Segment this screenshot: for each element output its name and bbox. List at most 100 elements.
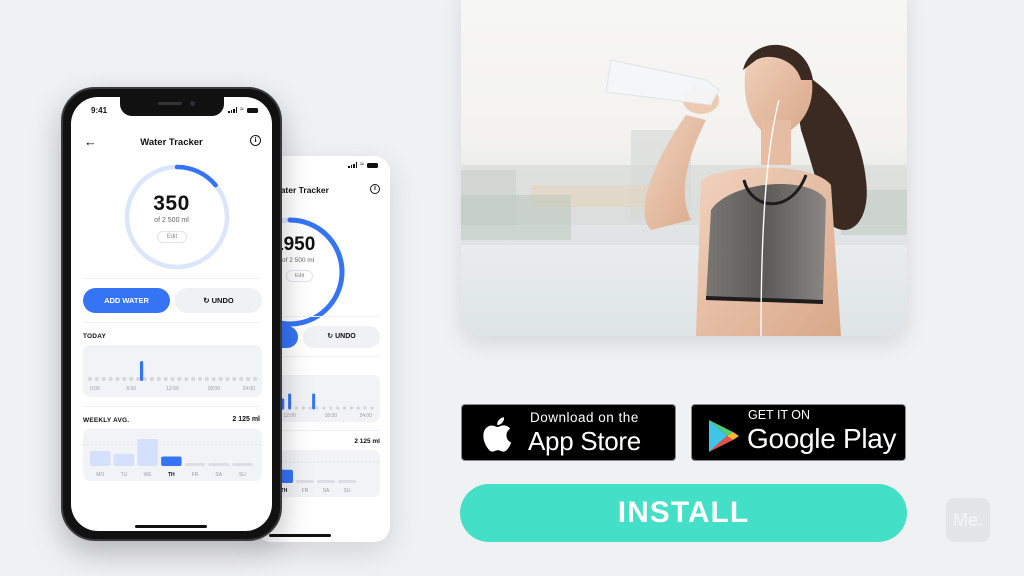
hour-dot bbox=[191, 377, 196, 381]
day-label: SA bbox=[323, 488, 330, 494]
edit-button[interactable]: Edit bbox=[286, 270, 313, 282]
hour-dot bbox=[218, 377, 223, 381]
water-bottle bbox=[605, 59, 720, 106]
woman-drinking-water-illustration bbox=[461, 44, 907, 336]
hour-dot bbox=[163, 377, 168, 381]
google-play-badge[interactable]: GET IT ON Google Play bbox=[691, 404, 906, 461]
hour-dot bbox=[308, 406, 312, 410]
front-phone: 9:41 ≈ ← Water Tracker i 350 of 2 500 ml… bbox=[61, 87, 282, 541]
weekly-avg-value: 2 125 ml bbox=[354, 438, 380, 445]
edit-button[interactable]: Edit bbox=[157, 231, 187, 243]
camera bbox=[189, 101, 195, 106]
day-bar-fr bbox=[184, 463, 206, 466]
divider bbox=[83, 278, 260, 279]
day-label: FR bbox=[302, 488, 309, 494]
hour-dot bbox=[356, 406, 360, 410]
hour-dot bbox=[94, 377, 99, 381]
hour-dot bbox=[184, 377, 189, 381]
day-label: MO bbox=[96, 472, 104, 478]
undo-icon: ↻ bbox=[203, 296, 210, 305]
hour-dot bbox=[156, 377, 161, 381]
hour-dot bbox=[143, 377, 147, 381]
hour-dot bbox=[315, 406, 319, 410]
wifi-icon: ≈ bbox=[240, 106, 244, 113]
signal-icon bbox=[228, 107, 238, 113]
time-tick-label: 18:00 bbox=[325, 413, 338, 419]
time-tick-label: 18:00 bbox=[207, 386, 220, 392]
divider bbox=[83, 406, 260, 407]
intake-goal: of 2 500 ml bbox=[282, 257, 315, 264]
hour-dot bbox=[239, 377, 244, 381]
sports-bra bbox=[706, 183, 826, 300]
day-bar-mo bbox=[90, 451, 111, 466]
intake-goal: of 2 500 ml bbox=[154, 217, 189, 224]
hour-dot bbox=[246, 377, 251, 381]
undo-button[interactable]: ↻ UNDO bbox=[175, 288, 262, 313]
undo-icon: ↻ bbox=[327, 333, 334, 340]
signal-icon bbox=[348, 162, 358, 168]
divider bbox=[275, 430, 380, 431]
today-chart-svg: 0:00 6:00 12:00 18:00 24:00 bbox=[88, 361, 257, 392]
weekly-chart-svg: TH FR SA SU bbox=[259, 459, 380, 494]
today-chart: 0:00 6:00 12:00 18:00 24:00 bbox=[83, 345, 262, 397]
day-bar-su bbox=[232, 463, 253, 466]
hour-dot bbox=[88, 377, 92, 381]
speaker bbox=[157, 102, 182, 105]
undo-label: UNDO bbox=[335, 333, 356, 340]
google-play-big-text: Google Play bbox=[747, 423, 897, 454]
day-label: FR bbox=[192, 472, 199, 478]
hour-dot bbox=[301, 406, 305, 410]
intake-value: 350 bbox=[153, 192, 190, 215]
hour-dot bbox=[370, 406, 374, 410]
day-label: SU bbox=[239, 472, 246, 478]
hour-dot bbox=[101, 377, 106, 381]
river bbox=[461, 245, 907, 336]
time-tick-label: 0:00 bbox=[90, 386, 100, 392]
add-water-button[interactable]: ADD WATER bbox=[83, 288, 170, 313]
day-label: TH bbox=[168, 472, 175, 478]
intake-bar bbox=[312, 393, 316, 410]
info-icon[interactable]: i bbox=[370, 184, 380, 194]
hour-dot bbox=[232, 377, 237, 381]
undo-label: UNDO bbox=[211, 296, 234, 305]
undo-button[interactable]: ↻ UNDO bbox=[303, 326, 380, 348]
battery-icon bbox=[247, 107, 258, 113]
today-chart: 12:00 18:00 24:00 bbox=[265, 375, 380, 422]
status-time: 9:41 bbox=[91, 106, 108, 115]
install-button[interactable]: INSTALL bbox=[460, 484, 907, 542]
divider bbox=[275, 356, 380, 357]
status-icons: ≈ bbox=[348, 161, 378, 168]
hour-dot bbox=[363, 406, 367, 410]
weekly-label: WEEKLY AVG. bbox=[83, 417, 130, 424]
day-bar-su bbox=[338, 480, 356, 483]
hour-dot bbox=[136, 377, 141, 381]
home-indicator bbox=[269, 534, 331, 537]
app-store-badge[interactable]: Download on the App Store bbox=[461, 404, 676, 461]
day-label: WE bbox=[144, 472, 153, 478]
day-bar-tu bbox=[113, 453, 135, 466]
intake-bar bbox=[288, 393, 292, 410]
status-icons: ≈ bbox=[228, 106, 258, 113]
wifi-icon: ≈ bbox=[360, 161, 364, 168]
hour-dot bbox=[322, 406, 326, 410]
time-tick-label: 6:00 bbox=[126, 386, 136, 392]
google-play-small-text: GET IT ON bbox=[748, 408, 811, 422]
hour-dot bbox=[349, 406, 353, 410]
time-tick-label: 12:00 bbox=[283, 413, 296, 419]
day-bar-sa bbox=[208, 463, 229, 466]
phone-notch bbox=[119, 97, 224, 116]
weekly-chart: TH FR SA SU bbox=[259, 450, 380, 497]
hour-dot bbox=[149, 377, 154, 381]
trees bbox=[461, 195, 571, 240]
info-icon[interactable]: i bbox=[250, 135, 261, 146]
hour-dot bbox=[177, 377, 182, 381]
weekly-chart: MO TU WE TH FR SA SU bbox=[83, 429, 262, 481]
day-bar-we bbox=[137, 439, 158, 466]
time-tick-label: 24:00 bbox=[359, 413, 372, 419]
hour-dot bbox=[115, 377, 120, 381]
weekly-chart-svg: MO TU WE TH FR SA SU bbox=[83, 439, 262, 478]
today-chart-svg: 12:00 18:00 24:00 bbox=[267, 389, 374, 419]
day-bar-sa bbox=[317, 480, 335, 483]
front-phone-screen: 9:41 ≈ ← Water Tracker i 350 of 2 500 ml… bbox=[71, 97, 272, 531]
hour-dot bbox=[225, 377, 230, 381]
